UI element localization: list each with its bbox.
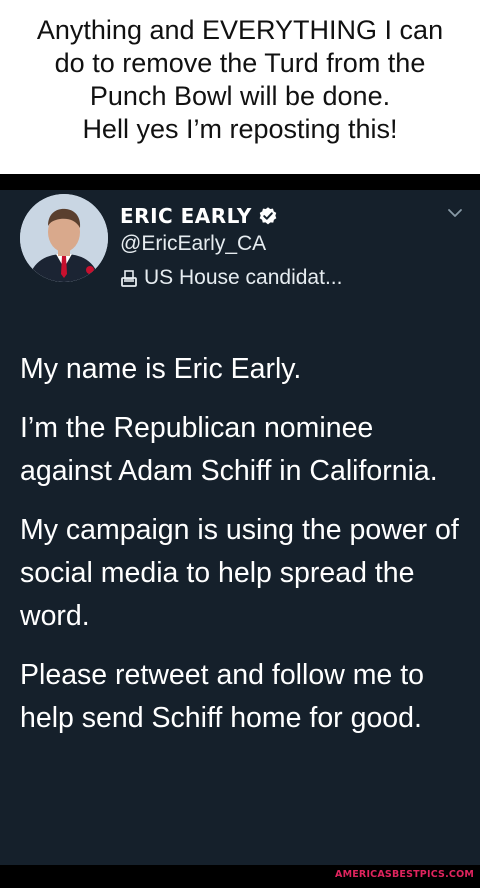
profile-handle[interactable]: @EricEarly_CA <box>120 232 266 256</box>
chevron-down-icon[interactable] <box>446 206 464 220</box>
tweet-paragraph-2: I’m the Republican nominee against Adam … <box>20 412 438 487</box>
caption-line-4: Hell yes I’m reposting this! <box>82 114 398 144</box>
verified-badge-icon <box>258 206 278 226</box>
avatar[interactable] <box>20 194 108 282</box>
tweet-paragraph-4: Please retweet and follow me to help sen… <box>20 659 424 734</box>
display-name[interactable]: ERIC EARLY <box>120 204 252 228</box>
profile-name-row: ERIC EARLY <box>120 202 278 230</box>
top-divider-band <box>0 174 480 190</box>
caption-line-3: Punch Bowl will be done. <box>89 81 391 111</box>
tweet-body: My name is Eric Early. I’m the Republica… <box>20 348 466 756</box>
bio-text: US House candidat... <box>144 266 343 289</box>
caption-line-2: do to remove the Turd from the <box>54 48 426 78</box>
tweet-paragraph-3: My campaign is using the power of social… <box>20 514 459 632</box>
ballot-box-icon <box>120 269 138 287</box>
site-watermark: AMERICASBESTPICS.COM <box>335 869 474 880</box>
meme-caption: Anything and EVERYTHING I can do to remo… <box>0 0 480 174</box>
tweet-paragraph-1: My name is Eric Early. <box>20 353 302 385</box>
profile-bio: US House candidat... <box>120 266 342 290</box>
avatar-portrait-icon <box>20 194 108 282</box>
caption-line-1: Anything and EVERYTHING I can <box>36 15 444 45</box>
tweet-card: ERIC EARLY @EricEarly_CA US House candid… <box>0 190 480 865</box>
